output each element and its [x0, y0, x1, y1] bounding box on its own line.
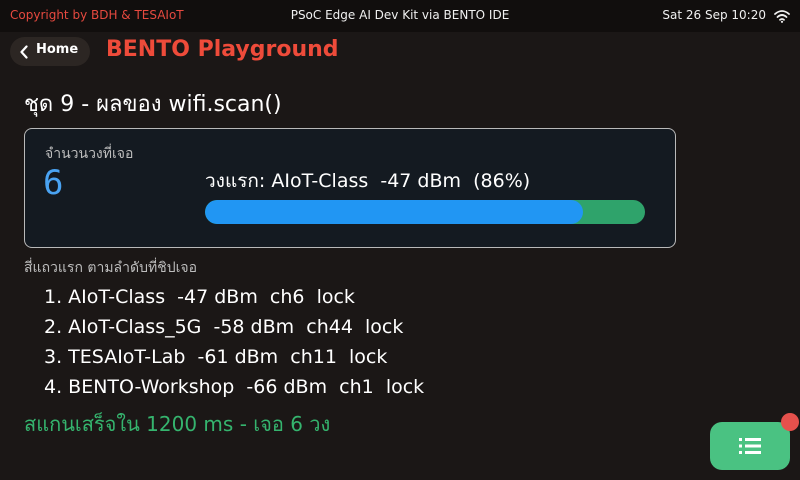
first-network-text: วงแรก: AIoT-Class -47 dBm (86%)	[205, 170, 531, 192]
scan-result-text: สแกนเสร็จใน 1200 ms - เจอ 6 วง	[24, 412, 331, 436]
signal-strength-fill	[205, 200, 584, 224]
network-list: 1. AIoT-Class -47 dBm ch6 lock 2. AIoT-C…	[44, 285, 424, 405]
network-count-value: 6	[43, 163, 64, 203]
home-label: Home	[36, 42, 79, 57]
page-title: ชุด 9 - ผลของ wifi.scan()	[24, 92, 282, 117]
list-caption: สี่แถวแรก ตามลำดับที่ชิปเจอ	[24, 260, 197, 276]
menu-fab-button[interactable]	[710, 422, 790, 470]
chevron-left-icon	[20, 45, 28, 59]
summary-card: จำนวนวงที่เจอ 6 วงแรก: AIoT-Class -47 dB…	[24, 128, 676, 248]
network-count-label: จำนวนวงที่เจอ	[45, 146, 134, 162]
list-item: 1. AIoT-Class -47 dBm ch6 lock	[44, 286, 355, 308]
list-item: 4. BENTO-Workshop -66 dBm ch1 lock	[44, 376, 425, 398]
notification-badge	[781, 413, 799, 431]
list-item: 3. TESAIoT-Lab -61 dBm ch11 lock	[44, 346, 388, 368]
home-button[interactable]: Home	[10, 37, 90, 66]
signal-strength-bar	[205, 200, 645, 224]
list-icon	[739, 438, 761, 454]
datetime-text: Sat 26 Sep 10:20	[662, 8, 766, 22]
app-title: BENTO Playground	[106, 37, 339, 62]
list-item: 2. AIoT-Class_5G -58 dBm ch44 lock	[44, 316, 404, 338]
wifi-icon	[774, 10, 790, 23]
status-bar: Copyright by BDH & TESAIoT PSoC Edge AI …	[0, 0, 800, 32]
